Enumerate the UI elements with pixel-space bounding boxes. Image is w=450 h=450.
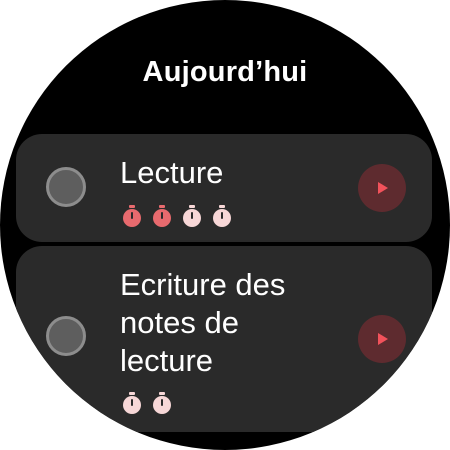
task-title: Lecture	[120, 155, 224, 190]
watch-screen: Aujourd’hui Lecture Ecriture des notes d…	[0, 0, 450, 450]
pomodoro-progress	[120, 391, 174, 415]
task-checkbox[interactable]	[46, 316, 86, 356]
timer-icon	[183, 205, 201, 227]
timer-icon	[123, 392, 141, 414]
timer-icon	[153, 205, 171, 227]
task-title: Ecriture des notes de lecture	[120, 267, 286, 378]
timer-icon	[153, 392, 171, 414]
timer-icon	[123, 205, 141, 227]
screen-title: Aujourd’hui	[142, 56, 308, 88]
play-icon	[378, 333, 388, 345]
timer-icon	[213, 205, 231, 227]
task-card-ecriture[interactable]: Ecriture des notes de lecture	[16, 246, 432, 432]
task-card-lecture[interactable]: Lecture	[16, 134, 432, 242]
pomodoro-progress	[120, 204, 234, 228]
task-checkbox[interactable]	[46, 167, 86, 207]
start-timer-button[interactable]	[358, 164, 406, 212]
play-icon	[378, 182, 388, 194]
start-timer-button[interactable]	[358, 315, 406, 363]
